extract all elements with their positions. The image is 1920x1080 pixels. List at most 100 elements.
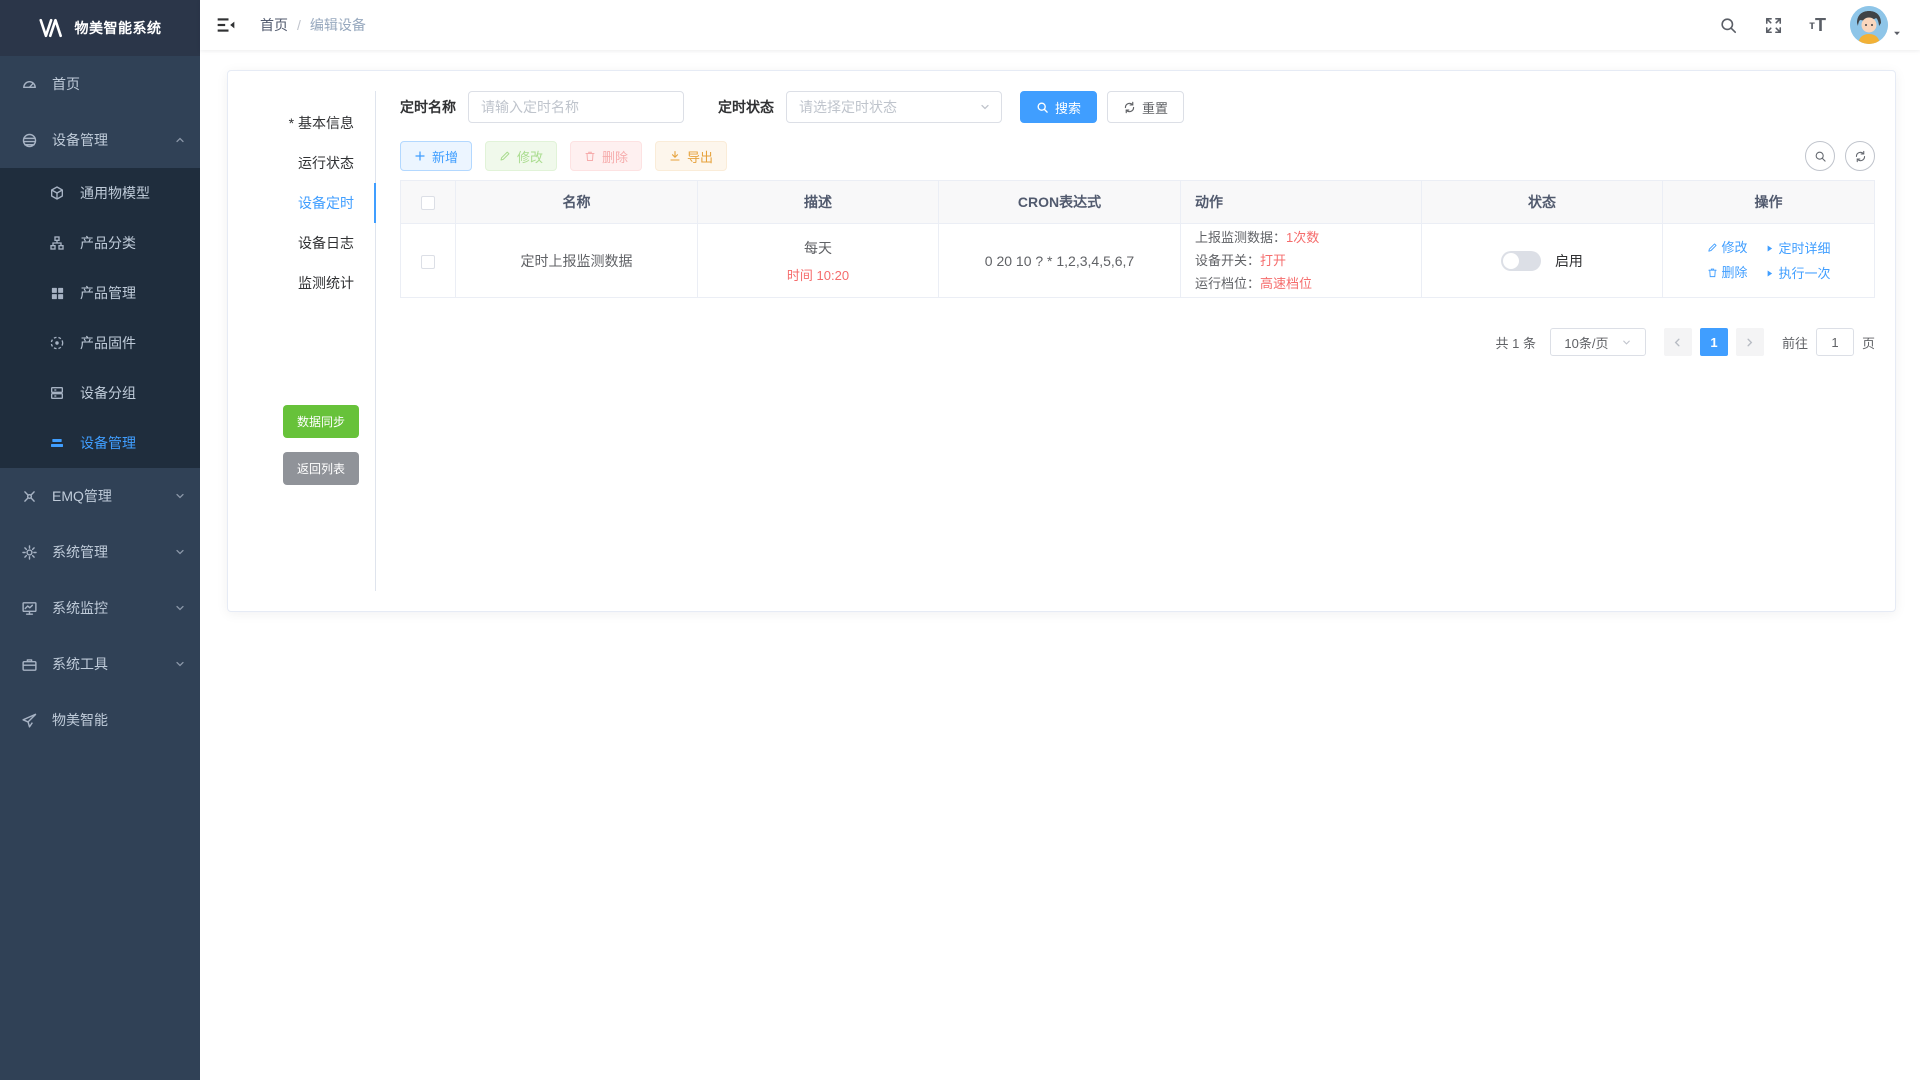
sidebar-item-system-monitor[interactable]: 系统监控 [0, 580, 200, 636]
tab-basic-info[interactable]: * 基本信息 [248, 103, 376, 143]
monitor-icon [20, 599, 38, 617]
timer-name-label: 定时名称 [400, 97, 456, 117]
export-button[interactable]: 导出 [655, 141, 727, 171]
goto-page-input[interactable] [1816, 328, 1854, 356]
paper-plane-icon [20, 711, 38, 729]
trash-icon [1707, 267, 1718, 278]
sidebar: 物美智能系统 首页 设备管理 [0, 0, 200, 1080]
side-actions: 数据同步 返回列表 [248, 405, 375, 485]
sidebar-item-device-list[interactable]: 设备管理 [0, 418, 200, 468]
timer-status-placeholder: 请选择定时状态 [799, 97, 897, 117]
header-name: 名称 [456, 181, 698, 224]
timer-status-select[interactable]: 请选择定时状态 [786, 91, 1002, 123]
back-to-list-button[interactable]: 返回列表 [283, 452, 359, 485]
header-ops: 操作 [1663, 181, 1875, 224]
font-size-icon[interactable]: тT [1801, 10, 1834, 40]
fullscreen-icon[interactable] [1756, 10, 1791, 41]
sidebar-item-label: 产品固件 [80, 333, 186, 353]
main-area: 首页 / 编辑设备 тT [200, 0, 1920, 1080]
op-timer-detail-link[interactable]: 定时详细 [1765, 237, 1830, 261]
chevron-left-icon [1672, 337, 1683, 348]
filter-form: 定时名称 定时状态 请选择定时状态 搜索 [400, 91, 1875, 123]
gear-icon [20, 543, 38, 561]
next-page-button[interactable] [1736, 328, 1764, 356]
tab-run-status[interactable]: 运行状态 [248, 143, 376, 183]
logo-icon [39, 18, 65, 38]
breadcrumb-home[interactable]: 首页 [260, 15, 288, 35]
header-action: 动作 [1181, 181, 1422, 224]
row-cron: 0 20 10 ? * 1,2,3,4,5,6,7 [939, 224, 1181, 298]
sidebar-item-home[interactable]: 首页 [0, 56, 200, 112]
target-icon [48, 334, 66, 352]
sidebar-item-label: EMQ管理 [52, 486, 174, 506]
row-ops: 修改 定时详细 [1663, 224, 1875, 298]
sidebar-item-device-group[interactable]: 设备分组 [0, 368, 200, 418]
breadcrumb-current: 编辑设备 [310, 15, 366, 35]
tree-icon [48, 234, 66, 252]
sidebar-item-product-category[interactable]: 产品分类 [0, 218, 200, 268]
pagination-total: 共 1 条 [1496, 333, 1536, 352]
search-button[interactable]: 搜索 [1020, 91, 1097, 123]
sidebar-item-product-mgmt[interactable]: 产品管理 [0, 268, 200, 318]
delete-button[interactable]: 删除 [570, 141, 642, 171]
sidebar-item-system-mgmt[interactable]: 系统管理 [0, 524, 200, 580]
app-layout: 物美智能系统 首页 设备管理 [0, 0, 1920, 1080]
breadcrumb-separator: / [297, 17, 301, 33]
caret-down-icon [1892, 28, 1902, 38]
page-number[interactable]: 1 [1700, 328, 1728, 356]
header-search-icon[interactable] [1711, 10, 1746, 41]
toggle-search-icon[interactable] [1805, 141, 1835, 171]
refresh-icon [1123, 101, 1136, 114]
pagination: 共 1 条 10条/页 1 前往 [400, 328, 1875, 356]
op-delete-link[interactable]: 删除 [1707, 261, 1748, 285]
navbar-right: тT [1711, 6, 1902, 44]
op-run-once-link[interactable]: 执行一次 [1765, 262, 1830, 286]
sidebar-item-thing-model[interactable]: 通用物模型 [0, 168, 200, 218]
page-size-select[interactable]: 10条/页 [1550, 328, 1646, 356]
sidebar-item-product-firmware[interactable]: 产品固件 [0, 318, 200, 368]
header-cron: CRON表达式 [939, 181, 1181, 224]
tab-device-timer[interactable]: 设备定时 [248, 183, 376, 223]
data-sync-button[interactable]: 数据同步 [283, 405, 359, 438]
timer-name-input[interactable] [468, 91, 684, 123]
sidebar-fold-icon[interactable] [200, 0, 252, 50]
toolbar-right [1805, 141, 1875, 171]
header-status: 状态 [1422, 181, 1663, 224]
sidebar-item-system-tools[interactable]: 系统工具 [0, 636, 200, 692]
sidebar-item-label: 系统工具 [52, 654, 174, 674]
trash-icon [584, 150, 596, 162]
page-unit-label: 页 [1862, 333, 1875, 352]
pencil-icon [1707, 242, 1718, 253]
cube-icon [48, 184, 66, 202]
edit-device-card: * 基本信息 运行状态 设备定时 设备日志 监测统计 数据同步 返回列表 定时名… [227, 70, 1896, 612]
add-button[interactable]: 新增 [400, 141, 472, 171]
plus-icon [414, 150, 426, 162]
logo-bar[interactable]: 物美智能系统 [0, 0, 200, 56]
chevron-down-icon [979, 101, 991, 113]
tab-device-log[interactable]: 设备日志 [248, 223, 376, 263]
sidebar-item-emq[interactable]: EMQ管理 [0, 468, 200, 524]
goto-label: 前往 [1782, 333, 1808, 352]
prev-page-button[interactable] [1664, 328, 1692, 356]
device-tabs: * 基本信息 运行状态 设备定时 设备日志 监测统计 数据同步 返回列表 [248, 91, 376, 591]
server-stack-icon [48, 384, 66, 402]
edit-button[interactable]: 修改 [485, 141, 557, 171]
caret-right-icon [1765, 244, 1774, 253]
user-menu[interactable] [1850, 6, 1902, 44]
row-checkbox[interactable] [421, 255, 435, 269]
row-select-cell [401, 224, 456, 298]
avatar[interactable] [1850, 6, 1888, 44]
timer-table: 名称 描述 CRON表达式 动作 状态 操作 定时上报监测数据 [400, 180, 1875, 298]
sidebar-item-wumei[interactable]: 物美智能 [0, 692, 200, 748]
status-toggle[interactable] [1501, 251, 1541, 271]
chevron-down-icon [174, 546, 186, 558]
tab-monitor-stats[interactable]: 监测统计 [248, 263, 376, 303]
sidebar-item-label: 系统管理 [52, 542, 174, 562]
sidebar-item-label: 系统监控 [52, 598, 174, 618]
refresh-table-icon[interactable] [1845, 141, 1875, 171]
reset-button[interactable]: 重置 [1107, 91, 1184, 123]
op-edit-link[interactable]: 修改 [1707, 236, 1748, 260]
sidebar-item-device-mgmt[interactable]: 设备管理 [0, 112, 200, 168]
app-title: 物美智能系统 [75, 18, 162, 38]
select-all-checkbox[interactable] [421, 196, 435, 210]
